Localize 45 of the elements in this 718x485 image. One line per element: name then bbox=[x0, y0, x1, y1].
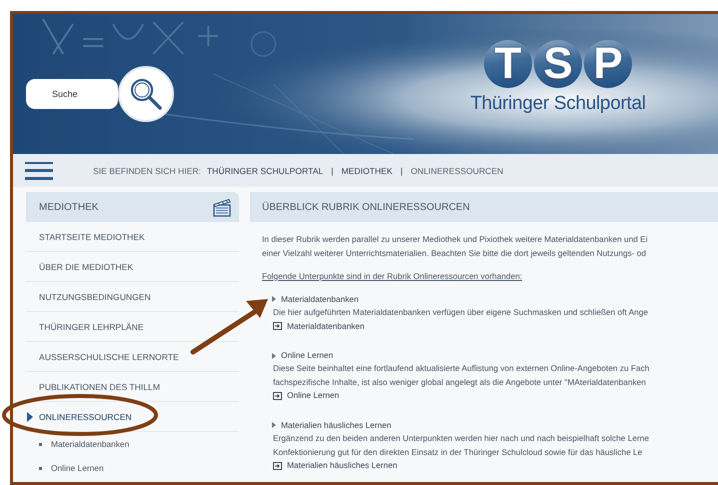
lead-link[interactable]: Folgende Unterpunkte sind in der Rubrik Onlineressourcen vorhanden: bbox=[262, 270, 522, 284]
bullet-icon bbox=[39, 442, 42, 446]
section-title: Online Lernen bbox=[281, 348, 334, 362]
sidebar-item[interactable]: ÜBER DIE MEDIOTHEK bbox=[26, 252, 239, 282]
breadcrumb-link[interactable]: THÜRINGER SCHULPORTAL bbox=[206, 166, 324, 176]
section-link[interactable]: Materialien häusliches Lernen bbox=[273, 459, 398, 472]
breadcrumb-separator: | bbox=[400, 166, 403, 176]
link-icon bbox=[273, 392, 282, 400]
sidebar-item[interactable]: NUTZUNGSBEDINGUNGEN bbox=[26, 282, 239, 312]
section-text: Die hier aufgeführten Materialdatenbanken verfügen über eigene Suchmasken und schließen oft Ange bbox=[273, 306, 649, 319]
intro-text: In dieser Rubrik werden parallel zu unserer Mediothek und Pixiothek weitere Materialdatenbanken und Ei bbox=[262, 233, 649, 246]
sidebar-item[interactable]: ONLINERESSOURCEN bbox=[26, 402, 239, 432]
triangle-icon bbox=[272, 352, 276, 358]
intro-text: einer Vielzahl weiterer Unterrichtsmaterialien. Beachten Sie bitte die dort jeweils geltenden Nutzungs- od bbox=[262, 246, 648, 260]
section-link[interactable]: Materialdatenbanken bbox=[273, 320, 364, 333]
breadcrumb-separator: | bbox=[331, 166, 334, 176]
triangle-icon bbox=[272, 296, 276, 302]
breadcrumb-current: ONLINERESSOURCEN bbox=[410, 166, 504, 176]
sidebar-item[interactable]: STARTSEITE MEDIOTHEK bbox=[26, 222, 239, 252]
selected-marker-icon bbox=[27, 412, 33, 422]
sidebar-subitem[interactable]: Materialdatenbanken bbox=[51, 439, 130, 449]
menu-button[interactable] bbox=[25, 162, 53, 180]
section-text: fachspezifische Inhalte, ist also weniger global angelegt als die Angebote unter "MAterialdatenbanken bbox=[273, 376, 647, 389]
sidebar-item[interactable]: PUBLIKATIONEN DES THILLM bbox=[26, 372, 239, 402]
search-icon bbox=[129, 77, 163, 111]
sidebar-item[interactable]: THÜRINGER LEHRPLÄNE bbox=[26, 312, 239, 342]
breadcrumb-link[interactable]: MEDIOTHEK bbox=[341, 166, 392, 176]
section-text: Ergänzend zu den beiden anderen Unterpunkten werden hier nach und nach beispielhaft solche Lerne bbox=[273, 432, 650, 445]
clapperboard-icon bbox=[212, 197, 232, 217]
sidebar-subitem[interactable]: Online Lernen bbox=[51, 463, 104, 473]
search-field[interactable]: Suche bbox=[26, 79, 118, 109]
section-text: Konfektionierung gut für den direkten Einsatz in der Thüringer Schulcloud sowie für das häusliche Le bbox=[273, 446, 644, 459]
content-title: ÜBERBLICK RUBRIK ONLINERESSOURCEN bbox=[262, 202, 470, 212]
section-title: Materialdatenbanken bbox=[281, 292, 358, 306]
section-link[interactable]: Online Lernen bbox=[273, 389, 340, 403]
triangle-icon bbox=[272, 422, 276, 428]
sidebar-title: MEDIOTHEK bbox=[39, 202, 98, 212]
section-title: Materialien häusliches Lernen bbox=[281, 418, 392, 432]
section-text: Diese Seite beinhaltet eine fortlaufend aktualisierte Auflistung von externen Online-Angeboten zu Fach bbox=[273, 362, 650, 376]
logo-name: Thüringer Schulportal bbox=[470, 93, 646, 115]
link-icon bbox=[273, 462, 282, 470]
breadcrumb-label: SIE BEFINDEN SICH HIER: bbox=[93, 166, 201, 176]
sidebar-item[interactable]: AUSSERSCHULISCHE LERNORTE bbox=[26, 342, 239, 372]
bullet-icon bbox=[39, 466, 42, 470]
link-icon bbox=[273, 322, 282, 330]
